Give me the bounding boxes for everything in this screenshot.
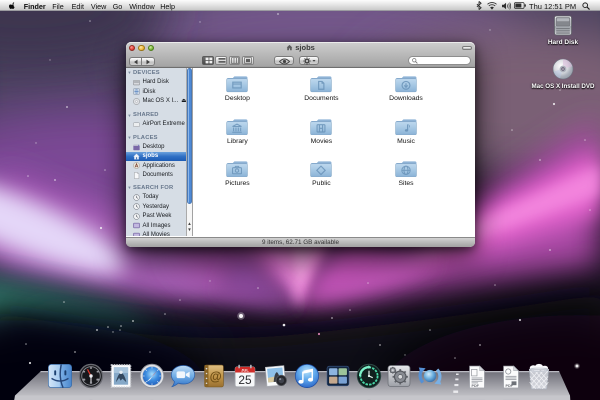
svg-text:PDF: PDF bbox=[472, 384, 480, 388]
svg-text:JUL: JUL bbox=[241, 367, 249, 372]
svg-text:@: @ bbox=[210, 370, 222, 384]
svg-text:PDF: PDF bbox=[505, 384, 513, 388]
svg-text:25: 25 bbox=[239, 373, 253, 387]
